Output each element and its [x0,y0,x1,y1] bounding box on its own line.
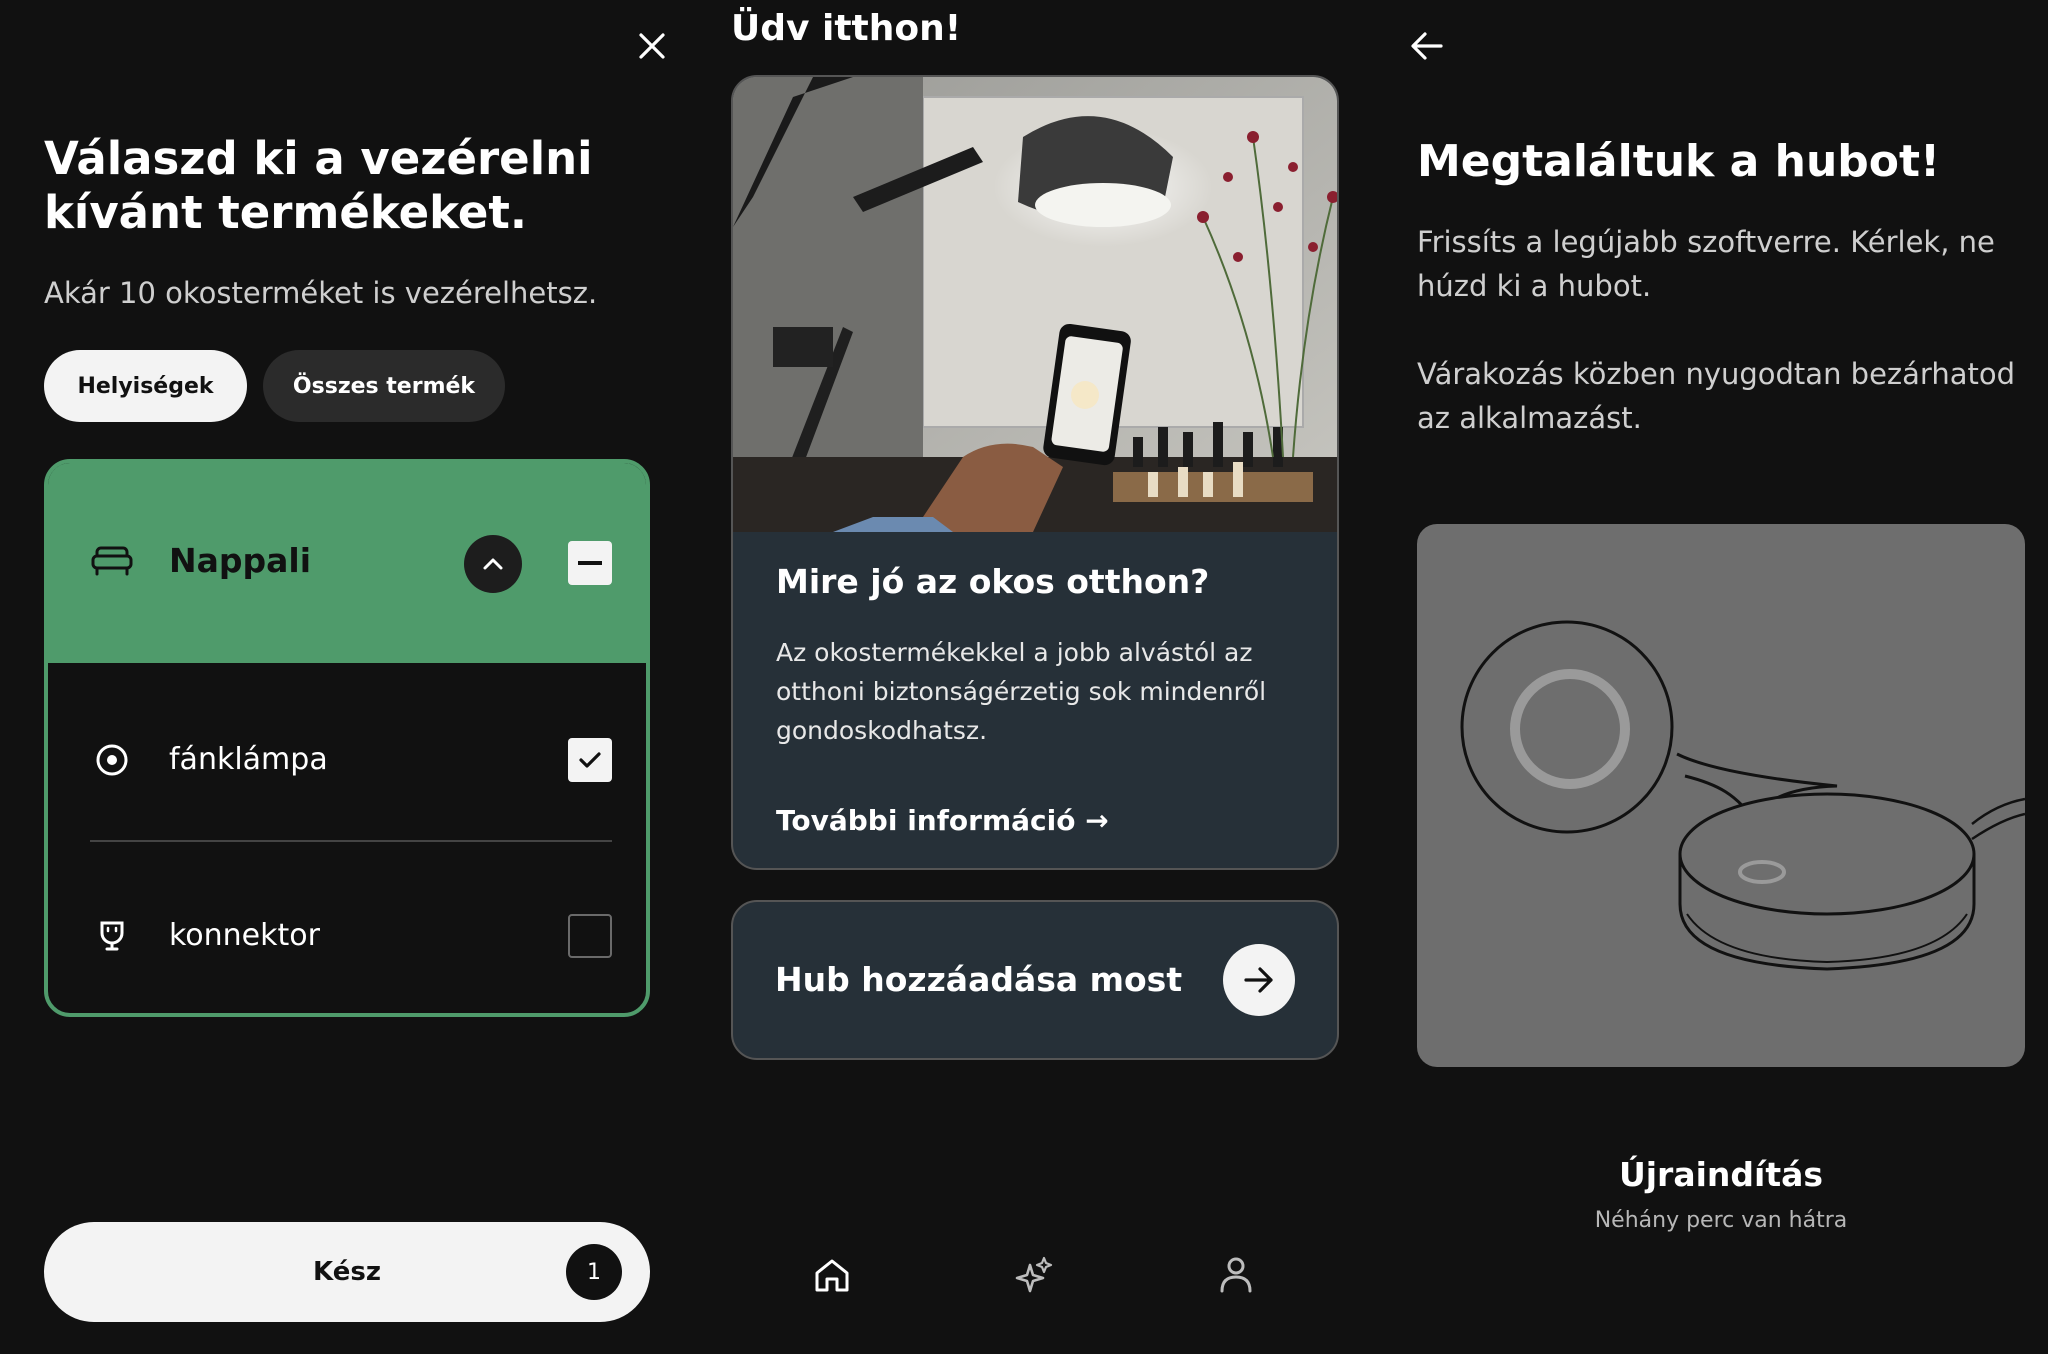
collapse-button[interactable] [464,535,522,593]
welcome-title: Üdv itthon! [731,8,962,49]
page-subtitle: Akár 10 okosterméket is vezérelhetsz. [44,276,598,310]
home-icon [815,1259,849,1292]
device-label: fánklámpa [169,742,328,777]
sparkle-icon [1015,1256,1053,1293]
device-checkbox[interactable] [568,914,612,958]
add-hub-card[interactable]: Hub hozzáadása most [731,900,1339,1060]
nav-profile[interactable] [1211,1250,1261,1300]
nav-home[interactable] [807,1250,857,1300]
done-label: Kész [313,1257,381,1287]
tab-all-products[interactable]: Összes termék [263,350,505,422]
sofa-icon [90,539,134,583]
checkmark-icon [579,752,601,768]
close-icon [639,33,665,59]
room-name: Nappali [169,541,312,580]
chevron-up-icon [483,558,503,570]
update-text: Frissíts a legújabb szoftverre. Kérlek, … [1417,225,1995,303]
room-card: Nappali fánklámpa konnektor [44,459,650,1017]
arrow-right-icon [1244,967,1273,993]
add-hub-label: Hub hozzáadása most [775,960,1183,999]
close-app-text: Várakozás közben nyugodtan bezárhatod az… [1417,357,2015,435]
status-title: Újraindítás [1618,1155,1824,1194]
tab-rooms[interactable]: Helyiségek [44,350,247,422]
card-heading: Mire jó az okos otthon? [776,562,1210,601]
device-row-fanklampa[interactable]: fánklámpa [48,688,646,838]
close-button[interactable] [630,24,674,68]
plug-icon [90,914,134,958]
lamp-icon [90,738,134,782]
nav-discover[interactable] [1009,1250,1059,1300]
device-checkbox[interactable] [568,738,612,782]
divider [90,840,612,842]
back-button[interactable] [1405,24,1449,68]
done-button[interactable]: Kész 1 [44,1222,650,1322]
selected-count-badge: 1 [566,1244,622,1300]
room-select-checkbox[interactable] [568,541,612,585]
page-title: Válaszd ki a vezérelni kívánt termékeket… [44,132,593,239]
info-card[interactable]: Mire jó az okos otthon? Az okostermékekk… [731,75,1339,870]
device-label: konnektor [169,918,320,953]
more-info-link[interactable]: További információ → [776,804,1109,837]
hub-illustration [1417,524,2025,1067]
profile-icon [1220,1257,1252,1293]
add-hub-button[interactable] [1223,944,1295,1016]
card-body: Az okostermékekkel a jobb alvástól az ot… [776,638,1267,745]
hub-found-title: Megtaláltuk a hubot! [1417,136,1941,187]
hero-photo [733,77,1337,532]
minus-icon [578,561,602,565]
room-header[interactable]: Nappali [48,463,646,663]
status-subtitle: Néhány perc van hátra [1594,1208,1848,1233]
device-row-konnektor[interactable]: konnektor [48,858,646,1008]
arrow-left-icon [1411,32,1443,60]
